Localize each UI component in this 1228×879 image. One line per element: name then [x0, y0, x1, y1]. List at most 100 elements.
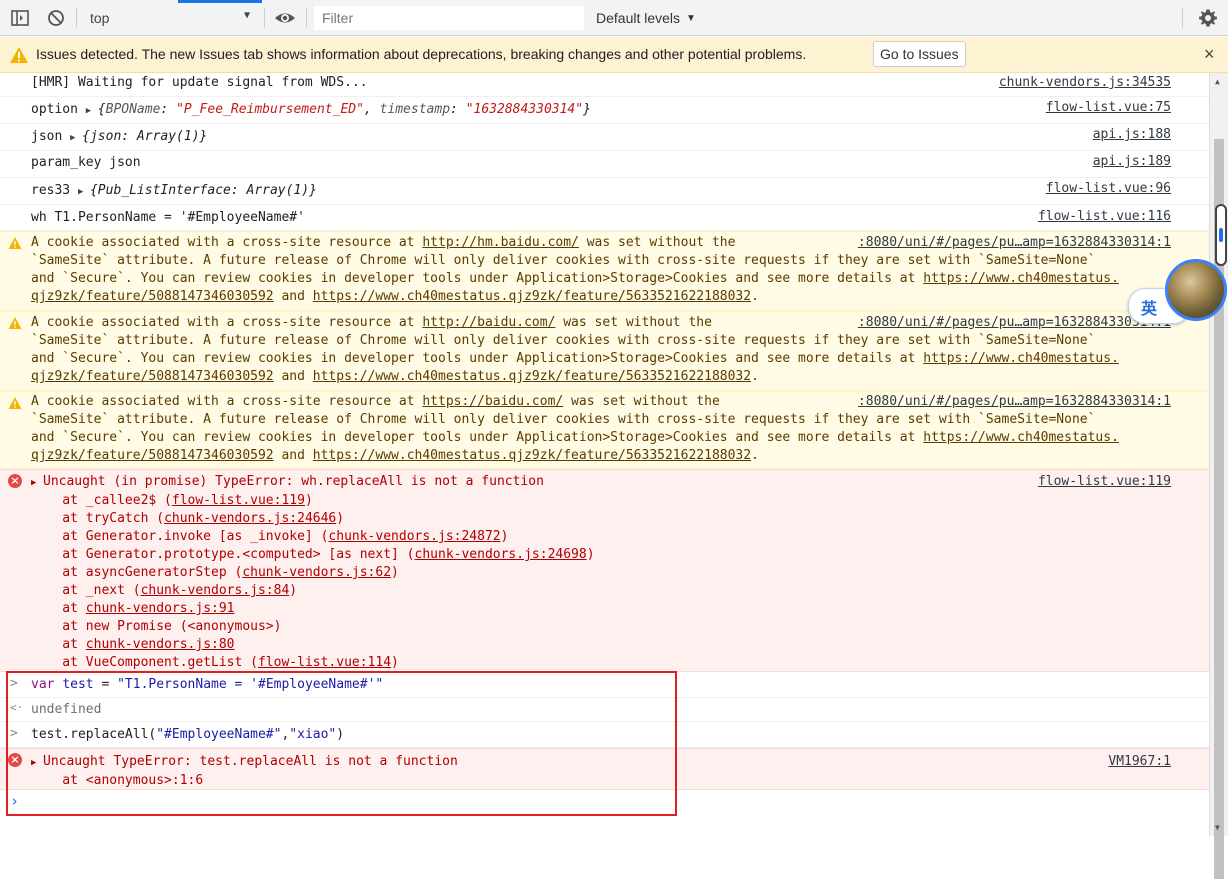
scroll-up-arrow-icon[interactable]: ▲	[1215, 77, 1220, 86]
source-link[interactable]: api.js:189	[1093, 153, 1171, 171]
issues-message: Issues detected. The new Issues tab show…	[36, 46, 807, 62]
expand-triangle-icon[interactable]: ▶	[31, 474, 43, 492]
expand-triangle-icon[interactable]: ▶	[70, 129, 82, 147]
warning-row: A cookie associated with a cross-site re…	[0, 231, 1209, 311]
object-preview[interactable]: {json: Array(1)}	[82, 129, 207, 144]
error-head: Uncaught (in promise) TypeError: wh.repl…	[43, 474, 544, 489]
toolbar-divider	[264, 8, 265, 28]
scroll-down-arrow-icon[interactable]: ▼	[1215, 823, 1220, 832]
clear-console-icon[interactable]	[46, 0, 66, 36]
error-row: × ▶ Uncaught (in promise) TypeError: wh.r…	[0, 469, 1209, 672]
log-text: param_key json	[31, 155, 141, 170]
log-message: json ▶ {json: Array(1)}	[31, 128, 207, 147]
object-preview[interactable]: {BPOName: "P_Fee_Reimbursement_ED", time…	[98, 102, 591, 117]
chevron-down-icon: ▼	[686, 12, 696, 24]
error-stack: at _callee2$ (flow-list.vue:119) at tryC…	[31, 493, 595, 670]
log-row: [HMR] Waiting for update signal from WDS…	[0, 73, 1209, 97]
highlight-box	[6, 671, 677, 816]
context-selector[interactable]: top ▼	[82, 0, 256, 36]
go-to-issues-button[interactable]: Go to Issues	[873, 41, 966, 67]
chromestatus-link[interactable]: https://www.ch40mestatus.	[923, 271, 1119, 286]
log-levels-label: Default levels	[596, 10, 681, 26]
warning-icon	[8, 237, 22, 249]
chevron-down-icon: ▼	[243, 10, 250, 21]
stack-source-link[interactable]: flow-list.vue:119	[172, 493, 305, 508]
expand-triangle-icon[interactable]: ▶	[78, 183, 90, 201]
chromestatus-link[interactable]: https://www.ch40mestatus.	[923, 351, 1119, 366]
log-label: option	[31, 102, 78, 117]
source-link[interactable]: flow-list.vue:116	[1038, 208, 1171, 226]
chromestatus-link[interactable]: https://www.ch40mestatus.qjz9zk/feature/…	[313, 369, 751, 384]
log-row: param_key json api.js:189	[0, 151, 1209, 178]
chromestatus-link[interactable]: https://www.ch40mestatus.qjz9zk/feature/…	[313, 448, 751, 463]
stack-frame: at new Promise (<anonymous>)	[31, 619, 282, 634]
source-link[interactable]: flow-list.vue:75	[1046, 99, 1171, 117]
toolbar-divider	[306, 8, 307, 28]
settings-gear-icon[interactable]	[1198, 0, 1218, 36]
stack-source-link[interactable]: chunk-vendors.js:84	[141, 583, 290, 598]
stack-source-link[interactable]: flow-list.vue:114	[258, 655, 391, 670]
stack-frame: at chunk-vendors.js:80	[31, 637, 235, 652]
chromestatus-link[interactable]: qjz9zk/feature/5088147346030592	[31, 448, 274, 463]
log-row: res33 ▶ {Pub_ListInterface: Array(1)} flo…	[0, 178, 1209, 205]
warning-icon	[8, 317, 22, 329]
warning-row: A cookie associated with a cross-site re…	[0, 311, 1209, 391]
stack-frame: at VueComponent.getList (flow-list.vue:1…	[31, 655, 399, 670]
issues-banner: Issues detected. The new Issues tab show…	[0, 37, 1228, 73]
expand-triangle-icon[interactable]: ▶	[86, 102, 98, 120]
cookie-url-link[interactable]: http://baidu.com/	[422, 315, 555, 330]
log-row: json ▶ {json: Array(1)} api.js:188	[0, 124, 1209, 151]
source-link[interactable]: api.js:188	[1093, 126, 1171, 144]
log-levels-dropdown[interactable]: Default levels ▼	[596, 0, 696, 36]
error-message: ▶ Uncaught (in promise) TypeError: wh.rep…	[31, 473, 595, 672]
log-text: wh T1.PersonName = '#EmployeeName#'	[31, 210, 305, 225]
cookie-url-link[interactable]: https://baidu.com/	[422, 394, 563, 409]
toolbar-divider	[1182, 8, 1183, 28]
stack-frame: at tryCatch (chunk-vendors.js:24646)	[31, 511, 345, 526]
context-value: top	[90, 10, 110, 26]
stack-frame: at _next (chunk-vendors.js:84)	[31, 583, 298, 598]
source-link[interactable]: flow-list.vue:119	[1038, 473, 1171, 491]
cookie-url-link[interactable]: http://hm.baidu.com/	[422, 235, 579, 250]
source-link[interactable]: :8080/uni/#/pages/pu…amp=1632884330314:1	[858, 234, 1171, 252]
chromestatus-link[interactable]: https://www.ch40mestatus.	[923, 430, 1119, 445]
indicator-dot	[1219, 228, 1223, 242]
log-message: res33 ▶ {Pub_ListInterface: Array(1)}	[31, 182, 317, 201]
log-message: option ▶ {BPOName: "P_Fee_Reimbursement_E…	[31, 101, 591, 120]
console-toolbar: top ▼ Default levels ▼	[0, 0, 1228, 36]
floating-avatar[interactable]	[1165, 259, 1227, 321]
toolbar-divider	[76, 8, 77, 28]
stack-frame: at _callee2$ (flow-list.vue:119)	[31, 493, 313, 508]
log-row: option ▶ {BPOName: "P_Fee_Reimbursement_E…	[0, 97, 1209, 124]
source-link[interactable]: :8080/uni/#/pages/pu…amp=1632884330314:1	[858, 314, 1171, 332]
stack-source-link[interactable]: chunk-vendors.js:62	[242, 565, 391, 580]
chromestatus-link[interactable]: https://www.ch40mestatus.qjz9zk/feature/…	[313, 289, 751, 304]
filter-input[interactable]	[314, 6, 584, 30]
warning-icon	[10, 47, 28, 63]
log-label: json	[31, 129, 63, 144]
object-preview[interactable]: {Pub_ListInterface: Array(1)}	[90, 183, 317, 198]
stack-source-link[interactable]: chunk-vendors.js:80	[86, 637, 235, 652]
stack-source-link[interactable]: chunk-vendors.js:91	[86, 601, 235, 616]
stack-source-link[interactable]: chunk-vendors.js:24872	[328, 529, 500, 544]
chromestatus-link[interactable]: qjz9zk/feature/5088147346030592	[31, 289, 274, 304]
stack-frame: at Generator.invoke [as _invoke] (chunk-…	[31, 529, 509, 544]
log-text: [HMR] Waiting for update signal from WDS…	[31, 75, 368, 90]
source-link[interactable]: :8080/uni/#/pages/pu…amp=1632884330314:1	[858, 393, 1171, 411]
warning-icon	[8, 397, 22, 409]
source-link[interactable]: chunk-vendors.js:34535	[999, 74, 1171, 92]
source-link[interactable]: flow-list.vue:96	[1046, 180, 1171, 198]
close-icon[interactable]: ×	[1204, 44, 1215, 65]
vertical-scrollbar[interactable]: ▲ ▼	[1209, 73, 1228, 879]
source-link[interactable]: VM1967:1	[1108, 753, 1171, 771]
stack-source-link[interactable]: chunk-vendors.js:24646	[164, 511, 336, 526]
stack-frame: at chunk-vendors.js:91	[31, 601, 235, 616]
error-icon: ×	[8, 474, 22, 488]
ime-label: 英	[1141, 299, 1158, 318]
stack-source-link[interactable]: chunk-vendors.js:24698	[415, 547, 587, 562]
eye-icon[interactable]	[274, 0, 296, 36]
sidebar-toggle-icon[interactable]	[10, 0, 30, 36]
stack-frame: at asyncGeneratorStep (chunk-vendors.js:…	[31, 565, 399, 580]
stack-frame: at Generator.prototype.<computed> [as ne…	[31, 547, 595, 562]
chromestatus-link[interactable]: qjz9zk/feature/5088147346030592	[31, 369, 274, 384]
